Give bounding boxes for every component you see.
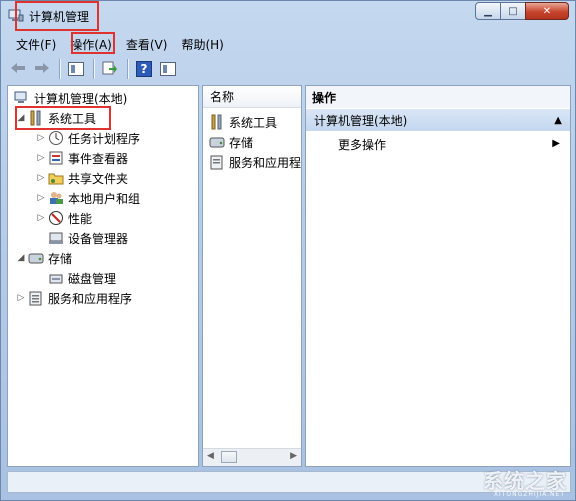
storage-icon [209, 134, 225, 150]
forward-icon [34, 62, 50, 77]
list-item-system-tools[interactable]: 系统工具 [209, 112, 277, 132]
back-icon [10, 62, 26, 77]
tree-item-label: 本地用户和组 [68, 191, 141, 206]
storage-icon [28, 250, 44, 266]
tree-item-storage[interactable]: ◢ 存储 [16, 248, 72, 268]
list-item-services-apps[interactable]: 服务和应用程 [209, 152, 301, 172]
expand-arrow-icon[interactable]: ▷ [36, 213, 46, 223]
expand-arrow-icon[interactable]: ▷ [16, 293, 26, 303]
expand-arrow-icon[interactable]: ▷ [36, 173, 46, 183]
menu-view[interactable]: 查看(V) [119, 34, 175, 54]
forward-button[interactable] [31, 59, 53, 79]
title-highlight-box [15, 1, 99, 31]
computer-management-window: 计算机管理 ▁ □ ✕ 文件(F) 操作(A) 查看(V) 帮助(H) ? 计算… [0, 0, 576, 501]
close-button[interactable]: ✕ [525, 2, 569, 20]
list-item-label: 服务和应用程 [229, 155, 302, 170]
tree-item-label: 设备管理器 [68, 231, 129, 246]
tree-root[interactable]: 计算机管理(本地) [12, 88, 127, 108]
services-icon [28, 290, 44, 306]
computer-icon [14, 90, 30, 106]
submenu-arrow-icon[interactable]: ▶ [552, 138, 560, 149]
watermark-logo: 系统之家 [483, 469, 567, 493]
list-item-label: 存储 [229, 135, 254, 150]
tree-item-device-manager[interactable]: 设备管理器 [46, 228, 128, 248]
more-actions-label: 更多操作 [338, 137, 387, 152]
toolbar-separator [93, 59, 95, 79]
disk-management-icon [48, 270, 64, 286]
caption-buttons: ▁ □ ✕ [475, 2, 569, 20]
show-hide-tree-button[interactable] [65, 59, 87, 79]
minimize-button[interactable]: ▁ [475, 2, 501, 20]
tree-item-label: 任务计划程序 [68, 131, 141, 146]
tree-item-label: 磁盘管理 [68, 271, 117, 286]
tree-item-label: 存储 [48, 251, 73, 266]
actions-header: 操作 [306, 86, 570, 108]
menu-help[interactable]: 帮助(H) [174, 34, 230, 54]
action-pane-button[interactable] [157, 59, 179, 79]
help-icon: ? [136, 61, 152, 77]
console-tree-pane: 计算机管理(本地) ◢ 系统工具 ▷ 任务计划程序 ▷ 事件查看器 ▷ 共享文件… [7, 85, 199, 467]
back-button[interactable] [7, 59, 29, 79]
scrollbar-thumb[interactable] [221, 451, 237, 463]
tree-item-disk-management[interactable]: 磁盘管理 [46, 268, 116, 288]
list-item-label: 系统工具 [229, 115, 278, 130]
panel-icon [160, 62, 176, 76]
console-tree-icon [68, 62, 84, 76]
tree-item-label: 共享文件夹 [68, 171, 129, 186]
event-viewer-icon [48, 150, 64, 166]
export-icon [102, 60, 118, 79]
tree-item-task-scheduler[interactable]: ▷ 任务计划程序 [36, 128, 140, 148]
menu-file[interactable]: 文件(F) [9, 34, 63, 54]
maximize-button[interactable]: □ [500, 2, 526, 20]
actions-pane: 操作 计算机管理(本地) ▲ 更多操作 ▶ [305, 85, 571, 467]
action-menu-highlight-box [71, 32, 115, 54]
tree-item-local-users[interactable]: ▷ 本地用户和组 [36, 188, 140, 208]
export-list-button[interactable] [99, 59, 121, 79]
watermark-url: XITONGZHIJIA.NET [493, 491, 565, 498]
device-manager-icon [48, 230, 64, 246]
expand-arrow-icon[interactable]: ▷ [36, 153, 46, 163]
toolbar: ? [7, 56, 181, 82]
expand-arrow-icon[interactable]: ▷ [36, 193, 46, 203]
list-item-storage[interactable]: 存储 [209, 132, 253, 152]
tree-item-label: 性能 [68, 211, 93, 226]
clock-icon [48, 130, 64, 146]
actions-section-label: 计算机管理(本地) [314, 113, 408, 128]
toolbar-separator [127, 59, 129, 79]
title-bar[interactable]: 计算机管理 ▁ □ ✕ [1, 1, 575, 31]
horizontal-scrollbar[interactable]: ◀ ▶ [203, 448, 301, 466]
tree-root-label: 计算机管理(本地) [34, 91, 128, 106]
help-button[interactable]: ? [133, 59, 155, 79]
tree-item-performance[interactable]: ▷ 性能 [36, 208, 92, 228]
actions-section-header[interactable]: 计算机管理(本地) ▲ [306, 109, 570, 131]
column-header-name[interactable]: 名称 [203, 86, 301, 108]
system-tools-highlight-box [15, 106, 111, 130]
tree-item-services-apps[interactable]: ▷ 服务和应用程序 [16, 288, 132, 308]
collapse-up-icon[interactable]: ▲ [554, 115, 562, 126]
expand-arrow-icon[interactable]: ◢ [16, 253, 26, 263]
result-list-pane: 名称 系统工具 存储 服务和应用程 ◀ ▶ [202, 85, 302, 467]
menu-bar: 文件(F) 操作(A) 查看(V) 帮助(H) [9, 34, 231, 54]
tree-item-label: 服务和应用程序 [48, 291, 133, 306]
column-header-label: 名称 [210, 90, 235, 104]
scroll-left-icon[interactable]: ◀ [207, 451, 214, 461]
scroll-right-icon[interactable]: ▶ [290, 451, 297, 461]
expand-arrow-icon[interactable]: ▷ [36, 133, 46, 143]
tree-item-shared-folders[interactable]: ▷ 共享文件夹 [36, 168, 128, 188]
more-actions-item[interactable]: 更多操作 [338, 134, 386, 154]
tree-item-event-viewer[interactable]: ▷ 事件查看器 [36, 148, 128, 168]
tools-icon [209, 114, 225, 130]
performance-icon [48, 210, 64, 226]
toolbar-separator [59, 59, 61, 79]
users-icon [48, 190, 64, 206]
services-icon [209, 154, 225, 170]
shared-folder-icon [48, 170, 64, 186]
tree-item-label: 事件查看器 [68, 151, 129, 166]
